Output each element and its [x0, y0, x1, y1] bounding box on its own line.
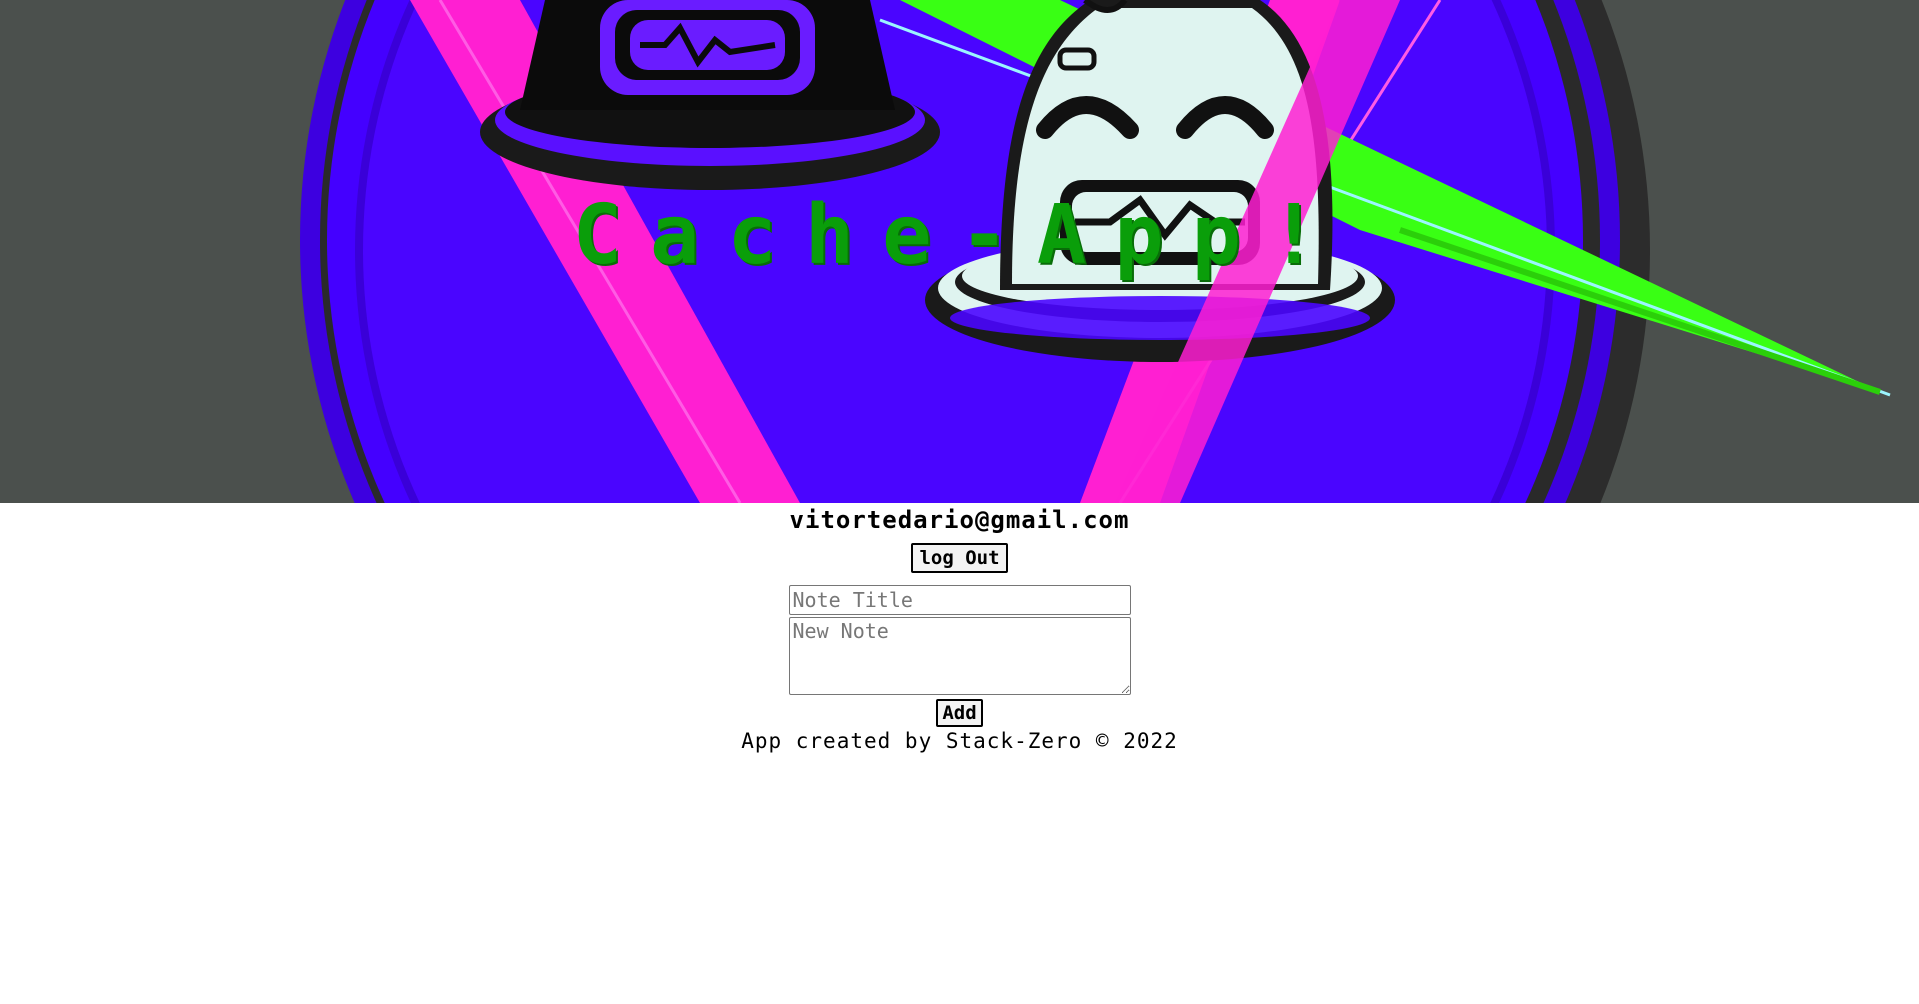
hero-banner: Cache-App!: [0, 0, 1919, 503]
user-email: vitortedario@gmail.com: [789, 506, 1130, 534]
main-content: vitortedario@gmail.com log Out Add App c…: [0, 503, 1919, 753]
note-body-textarea[interactable]: [788, 617, 1131, 695]
app-title: Cache-App!: [572, 188, 1347, 283]
note-title-input[interactable]: [788, 585, 1131, 615]
footer-credit: App created by Stack-Zero © 2022: [741, 729, 1178, 753]
add-note-button[interactable]: Add: [936, 699, 983, 727]
note-form: Add: [0, 585, 1919, 727]
logout-button[interactable]: log Out: [911, 543, 1008, 573]
